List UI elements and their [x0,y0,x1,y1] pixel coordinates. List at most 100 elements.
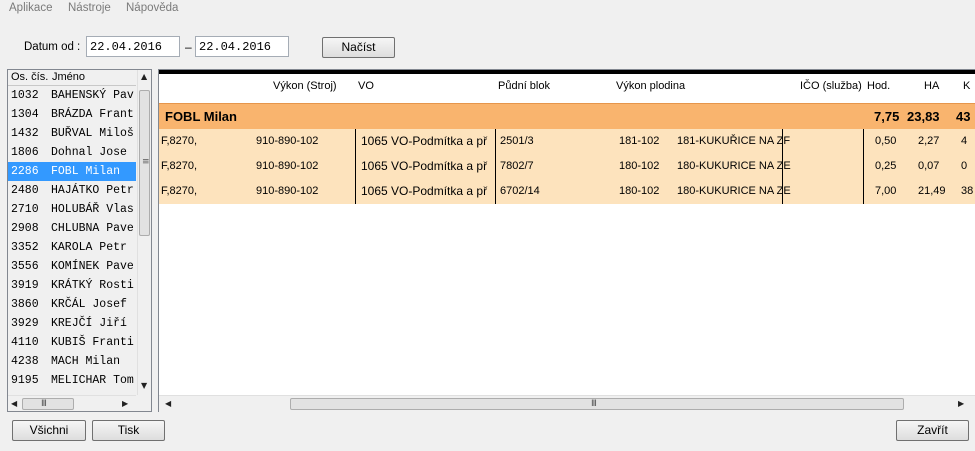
list-item[interactable]: 1432 BUŘVAL Miloš [8,124,136,143]
date-to-field[interactable] [195,36,289,57]
col-header-vo[interactable]: VO [358,80,374,92]
employee-name: FOBL Milan [51,165,121,178]
record-k: 4 [961,135,968,147]
list-item[interactable]: 2286 FOBL Milan [8,162,136,181]
menu-napoveda[interactable]: Nápověda [126,2,178,14]
menu-aplikace[interactable]: Aplikace [9,2,52,14]
list-item[interactable]: 2908 CHLUBNA Pave [8,219,136,238]
employee-list-header: Os. čís. Jméno [8,70,136,86]
record-hod: 7,00 [875,185,897,197]
record-stroj: 910-890-102 [256,135,319,147]
employee-list-horizontal-scrollbar[interactable]: ◀ III ▶ [8,395,136,411]
date-from-field[interactable] [86,36,180,57]
employee-number: 3929 [11,317,39,330]
list-item[interactable]: 3860 KRČÁL Josef [8,295,136,314]
employee-number: 3556 [11,260,39,273]
list-item[interactable]: 4110 KUBIŠ Franti [8,333,136,352]
group-ha-total: 23,83 [907,109,940,124]
employee-number: 3352 [11,241,39,254]
employee-number: 4238 [11,355,39,368]
all-button[interactable]: Všichni [12,420,86,441]
col-header-k[interactable]: K [963,80,970,92]
employee-name: KAROLA Petr [51,241,127,254]
employee-list-hscroll-thumb[interactable]: III [22,398,74,410]
table-row[interactable]: F,8270, 910-890-102 1065 VO-Podmítka a př 2… [159,129,975,154]
col-header-vykon-plodina[interactable]: Výkon plodina [616,80,685,92]
list-item[interactable]: 1304 BRÁZDA Frant [8,105,136,124]
column-separator [863,154,864,179]
col-header-ico-sluzba[interactable]: IČO (služba) [800,80,862,92]
col-header-hod[interactable]: Hod. [867,80,890,92]
scroll-right-icon[interactable]: ▶ [122,399,128,408]
column-separator [863,179,864,204]
employee-number: 2480 [11,184,39,197]
employee-name: Dohnal Jose [51,146,127,159]
list-item[interactable]: 2710 HOLUBÁŘ Vlas [8,200,136,219]
employee-number: 3860 [11,298,39,311]
record-code: F,8270, [161,185,198,197]
scroll-right-icon[interactable]: ▶ [958,399,964,408]
record-ha: 0,07 [918,160,940,172]
employee-name: MELICHAR Tom [51,374,134,387]
employee-name: CHLUBNA Pave [51,222,134,235]
scroll-up-icon[interactable]: ▲ [141,72,147,81]
employee-list-vertical-scrollbar[interactable]: ▲ ≡ ▼ [137,70,151,395]
menu-bar: Aplikace Nástroje Nápověda [0,0,975,18]
employee-number-header[interactable]: Os. čís. [11,71,48,83]
list-item[interactable]: 4238 MACH Milan [8,352,136,371]
employee-name-header[interactable]: Jméno [52,71,85,83]
record-code: F,8270, [161,135,198,147]
employee-number: 2286 [11,165,39,178]
group-row[interactable]: FOBL Milan 7,75 23,83 43 [159,103,975,129]
scroll-left-icon[interactable]: ◀ [11,399,17,408]
grid-hscroll-thumb[interactable]: III [290,398,904,410]
grip-icon: III [591,399,597,409]
col-header-vykon-stroj[interactable]: Výkon (Stroj) [273,80,337,92]
close-button[interactable]: Zavřít [896,420,969,441]
employee-name: KREJČÍ Jiří [51,317,127,330]
record-plodina: 180-KUKURICE NA ZE [677,160,791,172]
employee-list-scroll-thumb[interactable]: ≡ [139,90,150,236]
print-button[interactable]: Tisk [92,420,165,441]
grip-icon: III [41,399,47,409]
column-separator [863,129,864,154]
list-item[interactable]: 2480 HAJÁTKO Petr [8,181,136,200]
list-item[interactable]: 1032 BAHENSKÝ Pav [8,86,136,105]
employee-name: HOLUBÁŘ Vlas [51,203,134,216]
employee-name: HAJÁTKO Petr [51,184,134,197]
grid-horizontal-scrollbar[interactable]: ◀ III ▶ [159,395,975,412]
list-item[interactable]: 3352 KAROLA Petr [8,238,136,257]
employee-rows: 1032 BAHENSKÝ Pav 1304 BRÁZDA Frant 1432 BUŘV… [8,86,136,390]
record-code: F,8270, [161,160,198,172]
scroll-down-icon[interactable]: ▼ [141,381,147,390]
list-item[interactable]: 3556 KOMÍNEK Pave [8,257,136,276]
record-pudni-blok: 7802/7 [500,160,534,172]
col-header-ha[interactable]: HA [924,80,939,92]
table-row[interactable]: F,8270, 910-890-102 1065 VO-Podmítka a př 6… [159,179,975,204]
col-header-pudni-blok[interactable]: Půdní blok [498,80,550,92]
employee-number: 2908 [11,222,39,235]
record-ha: 2,27 [918,135,940,147]
column-separator [495,129,496,154]
grip-icon: ≡ [142,157,149,167]
record-plodina: 180-KUKURICE NA ZE [677,185,791,197]
list-item[interactable]: 3919 KRÁTKÝ Rosti [8,276,136,295]
menu-nastroje[interactable]: Nástroje [68,2,111,14]
column-separator [495,154,496,179]
employee-name: KUBIŠ Franti [51,336,134,349]
load-button[interactable]: Načíst [322,37,395,58]
column-separator [355,129,356,154]
grid-top-border [159,70,975,74]
table-row[interactable]: F,8270, 910-890-102 1065 VO-Podmítka a př 7… [159,154,975,179]
scroll-left-icon[interactable]: ◀ [165,399,171,408]
record-ha: 21,49 [918,185,946,197]
list-item[interactable]: 1806 Dohnal Jose [8,143,136,162]
employee-number: 3919 [11,279,39,292]
record-hod: 0,50 [875,135,897,147]
record-plodina-code: 180-102 [619,185,660,197]
list-item[interactable]: 9195 MELICHAR Tom [8,371,136,390]
list-item[interactable]: 3929 KREJČÍ Jiří [8,314,136,333]
records-grid[interactable]: Výkon (Stroj) VO Půdní blok Výkon plodin… [158,69,975,412]
employee-number: 1432 [11,127,39,140]
employee-list[interactable]: Os. čís. Jméno 1032 BAHENSKÝ Pav 1304 BRÁZD… [7,69,152,412]
